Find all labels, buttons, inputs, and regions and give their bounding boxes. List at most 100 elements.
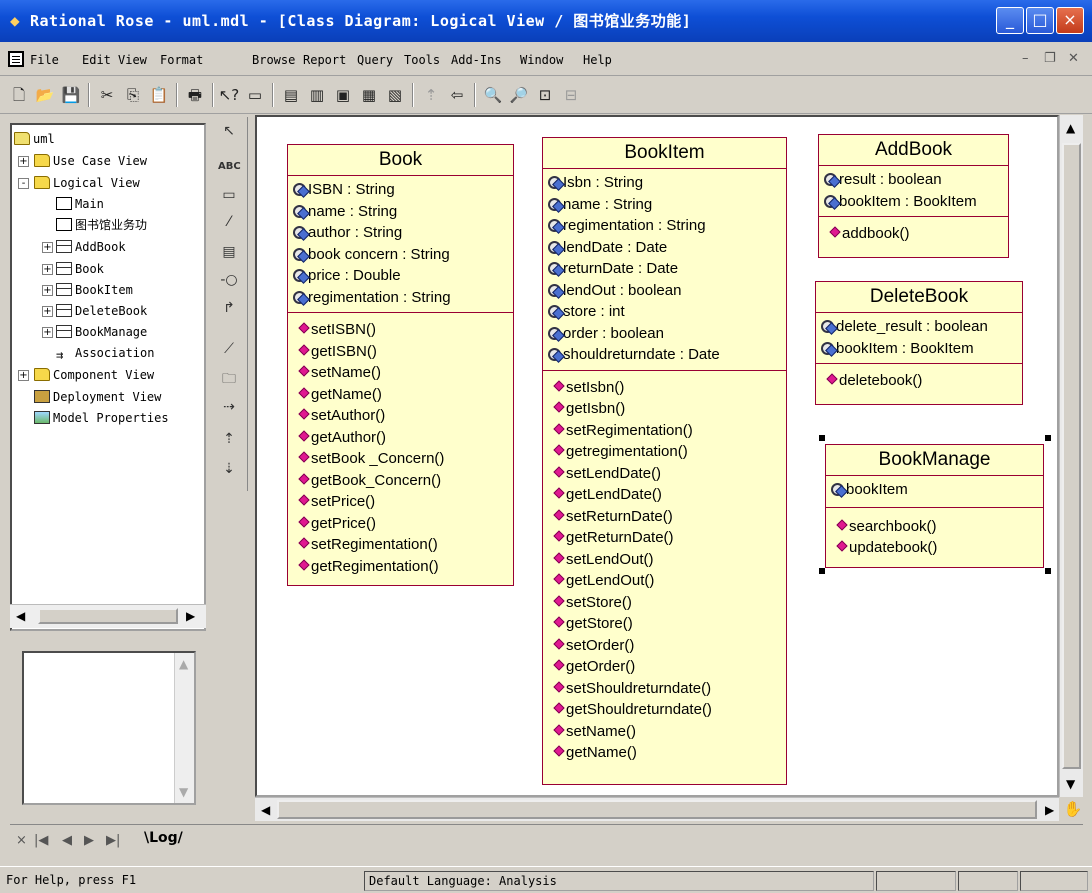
mdi-close-icon[interactable]: ✕ xyxy=(1068,51,1079,66)
copy-icon[interactable]: ⎘ xyxy=(122,84,144,106)
close-log-icon[interactable]: × xyxy=(16,833,27,848)
operation[interactable]: setBook _Concern() xyxy=(299,448,513,470)
uml-class-deletebook[interactable]: DeleteBook delete_result : boolean bookI… xyxy=(815,281,1023,405)
selection-arrow-icon[interactable]: ↖ xyxy=(218,121,240,141)
operation[interactable]: getLendOut() xyxy=(554,570,786,592)
pan-hand-icon[interactable]: ✋ xyxy=(1062,797,1084,821)
operation[interactable]: getIsbn() xyxy=(554,398,786,420)
browse-deployment-diagram-icon[interactable]: ▦ xyxy=(358,84,380,106)
open-icon[interactable]: 📂 xyxy=(34,84,56,106)
operation[interactable]: setIsbn() xyxy=(554,377,786,399)
new-icon[interactable]: 🗋 xyxy=(8,84,30,106)
operation[interactable]: getLendDate() xyxy=(554,484,786,506)
previous-tab-icon[interactable]: ◀ xyxy=(62,833,72,848)
attribute[interactable]: shouldreturndate : Date xyxy=(548,344,786,366)
operation[interactable]: searchbook() xyxy=(837,516,1043,538)
operation[interactable]: deletebook() xyxy=(827,370,1022,392)
canvas-vertical-scrollbar[interactable]: ▲ ▼ xyxy=(1059,115,1083,797)
operation[interactable]: setRegimentation() xyxy=(554,420,786,442)
uml-class-bookitem[interactable]: BookItem Isbn : String name : String reg… xyxy=(542,137,787,785)
operation[interactable]: setName() xyxy=(554,721,786,743)
menu-report[interactable]: Report xyxy=(303,53,346,67)
tree-item-bookmanage[interactable]: BookManage xyxy=(56,322,147,342)
expand-icon[interactable]: + xyxy=(42,327,53,338)
operation[interactable]: getBook_Concern() xyxy=(299,470,513,492)
operation[interactable]: setRegimentation() xyxy=(299,534,513,556)
expand-icon[interactable]: + xyxy=(18,156,29,167)
operation[interactable]: setLendDate() xyxy=(554,463,786,485)
operation[interactable]: setName() xyxy=(299,362,513,384)
operation[interactable]: setReturnDate() xyxy=(554,506,786,528)
document-menu-icon[interactable] xyxy=(8,51,24,67)
scroll-left-icon[interactable]: ◀ xyxy=(261,803,270,817)
tree-item-bookitem[interactable]: BookItem xyxy=(56,280,133,300)
attribute[interactable]: bookItem : BookItem xyxy=(824,191,1008,213)
package-tool-icon[interactable]: 🗀 xyxy=(218,369,240,389)
uml-class-addbook[interactable]: AddBook result : boolean bookItem : Book… xyxy=(818,134,1009,258)
browse-state-diagram-icon[interactable]: ▧ xyxy=(384,84,406,106)
tree-item-model-properties[interactable]: Model Properties xyxy=(34,408,169,428)
operation[interactable]: getISBN() xyxy=(299,341,513,363)
collapse-icon[interactable]: - xyxy=(18,178,29,189)
interface-tool-icon[interactable]: -○ xyxy=(218,270,240,290)
undo-fit-icon[interactable]: ⊟ xyxy=(560,84,582,106)
operation[interactable]: addbook() xyxy=(830,223,1008,245)
tree-item-use-case-view[interactable]: Use Case View xyxy=(34,151,147,171)
browse-interaction-diagram-icon[interactable]: ▥ xyxy=(306,84,328,106)
note-icon[interactable]: ▭ xyxy=(218,185,240,205)
first-tab-icon[interactable]: |◀ xyxy=(34,833,48,848)
attribute[interactable]: delete_result : boolean xyxy=(821,316,1022,338)
tree-item-addbook[interactable]: AddBook xyxy=(56,237,126,257)
class-diagram-canvas[interactable]: Book ISBN : String name : String author … xyxy=(255,115,1059,797)
attribute[interactable]: ISBN : String xyxy=(293,179,513,201)
operation[interactable]: setISBN() xyxy=(299,319,513,341)
generalization-icon[interactable]: ⇡ xyxy=(218,429,240,449)
attribute[interactable]: result : boolean xyxy=(824,169,1008,191)
attribute[interactable]: lendDate : Date xyxy=(548,237,786,259)
tree-item-library-functions[interactable]: 图书馆业务功 xyxy=(56,215,147,235)
association-class-icon[interactable]: ⟋ xyxy=(218,339,240,359)
menu-file[interactable]: File xyxy=(30,53,59,67)
operation[interactable]: setLendOut() xyxy=(554,549,786,571)
expand-icon[interactable]: + xyxy=(42,285,53,296)
unidirectional-association-icon[interactable]: ↱ xyxy=(218,298,240,318)
operation[interactable]: getPrice() xyxy=(299,513,513,535)
operation[interactable]: getName() xyxy=(299,384,513,406)
menu-help[interactable]: Help xyxy=(583,53,612,67)
realization-icon[interactable]: ⇣ xyxy=(218,459,240,479)
selection-handle[interactable] xyxy=(819,568,825,574)
canvas-horizontal-scrollbar[interactable]: ◀ ▶ xyxy=(255,797,1059,821)
attribute[interactable]: bookItem xyxy=(831,479,1043,501)
mdi-minimize-icon[interactable]: – xyxy=(1022,51,1029,66)
attribute[interactable]: book concern : String xyxy=(293,244,513,266)
expand-icon[interactable]: + xyxy=(42,264,53,275)
zoom-in-icon[interactable]: 🔍 xyxy=(482,84,504,106)
attribute[interactable]: regimentation : String xyxy=(293,287,513,309)
anchor-note-icon[interactable]: ⁄ xyxy=(218,212,240,232)
operation[interactable]: setOrder() xyxy=(554,635,786,657)
operation[interactable]: getOrder() xyxy=(554,656,786,678)
browse-component-diagram-icon[interactable]: ▣ xyxy=(332,84,354,106)
attribute[interactable]: returnDate : Date xyxy=(548,258,786,280)
dependency-icon[interactable]: ⇢ xyxy=(218,397,240,417)
view-doc-icon[interactable]: ▭ xyxy=(244,84,266,106)
scroll-down-icon[interactable]: ▼ xyxy=(1066,777,1075,791)
expand-icon[interactable]: + xyxy=(42,242,53,253)
tab-log[interactable]: \Log/ xyxy=(144,830,183,846)
tree-item-deletebook[interactable]: DeleteBook xyxy=(56,301,147,321)
attribute[interactable]: bookItem : BookItem xyxy=(821,338,1022,360)
attribute[interactable]: lendOut : boolean xyxy=(548,280,786,302)
class-tool-icon[interactable]: ▤ xyxy=(218,242,240,262)
tree-root[interactable]: uml xyxy=(14,129,55,149)
last-tab-icon[interactable]: ▶| xyxy=(106,833,120,848)
close-button[interactable]: × xyxy=(1056,7,1084,34)
scroll-down-icon[interactable]: ▼ xyxy=(179,785,188,799)
rational-rose-app-icon[interactable]: ◆ xyxy=(10,12,28,30)
tree-item-main[interactable]: Main xyxy=(56,194,104,214)
operation[interactable]: getregimentation() xyxy=(554,441,786,463)
uml-class-bookmanage[interactable]: BookManage bookItem searchbook() updateb… xyxy=(825,444,1044,568)
attribute[interactable]: order : boolean xyxy=(548,323,786,345)
scroll-up-icon[interactable]: ▲ xyxy=(179,657,188,671)
print-icon[interactable]: 🖶 xyxy=(184,84,206,106)
scroll-right-icon[interactable]: ▶ xyxy=(186,609,195,623)
